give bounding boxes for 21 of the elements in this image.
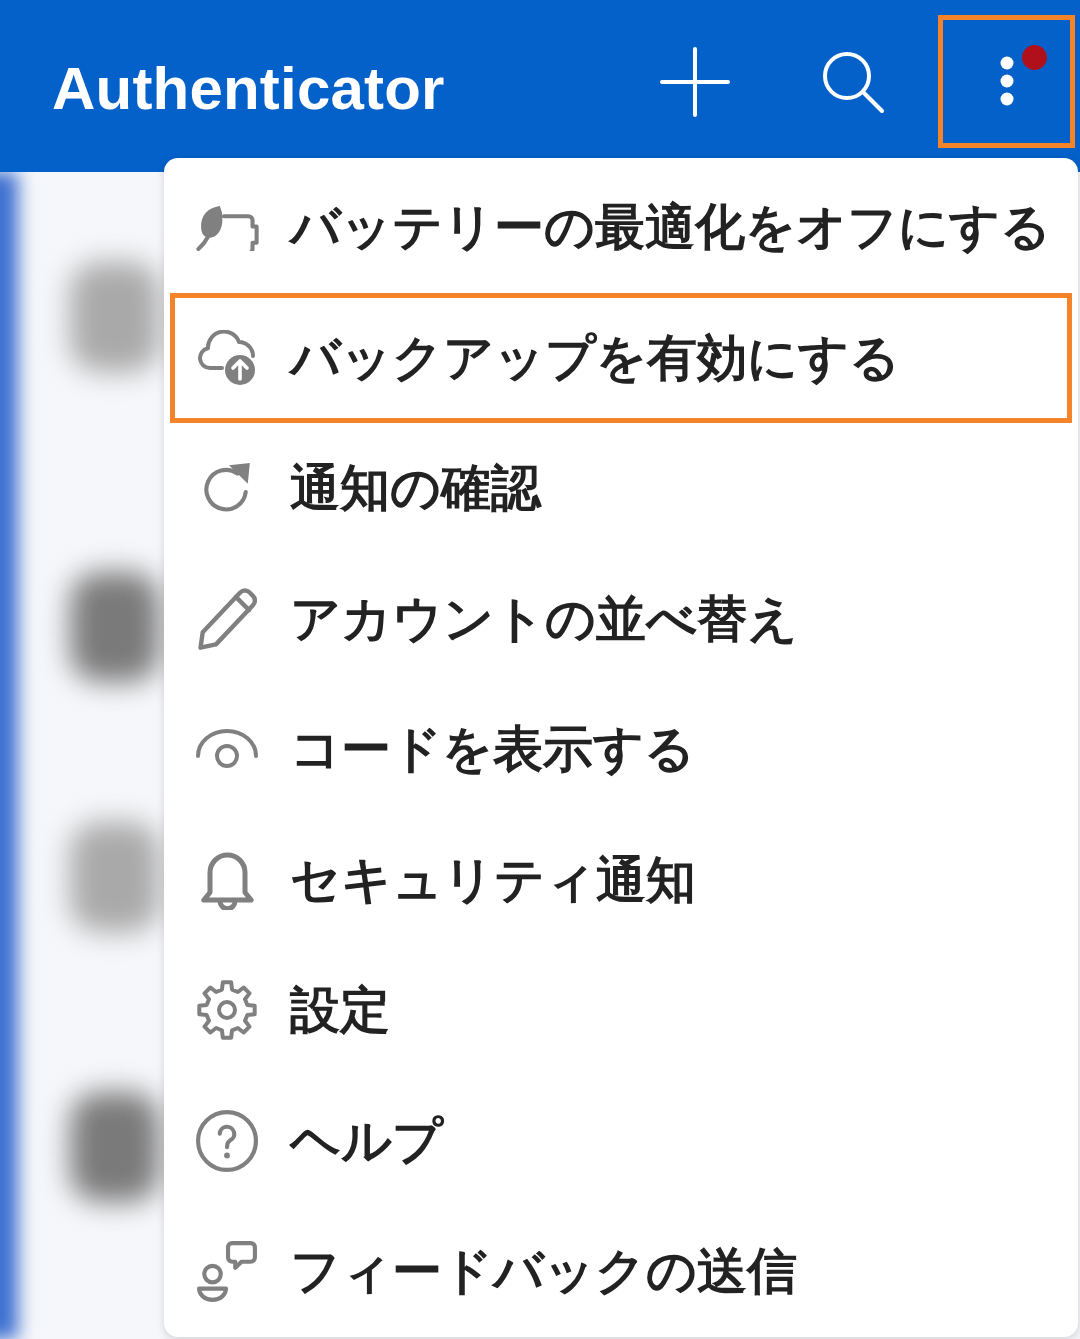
menu-item[interactable]: ヘルプ bbox=[170, 1075, 1072, 1206]
menu-item[interactable]: セキュリティ通知 bbox=[170, 814, 1072, 945]
more-options-icon bbox=[999, 55, 1014, 106]
menu-item[interactable]: 設定 bbox=[170, 945, 1072, 1076]
menu-item[interactable]: 通知の確認 bbox=[170, 423, 1072, 554]
app-title: Authenticator bbox=[52, 59, 445, 119]
more-options-button[interactable] bbox=[938, 15, 1075, 148]
eye-icon bbox=[195, 728, 259, 770]
cloud-upload-icon bbox=[196, 329, 258, 386]
menu-item[interactable]: バッテリーの最適化をオフにする bbox=[170, 162, 1072, 293]
battery-leaf-icon bbox=[195, 203, 259, 251]
menu-item[interactable]: フィードバックの送信 bbox=[170, 1206, 1072, 1337]
settings-icon bbox=[197, 980, 257, 1041]
plus-icon bbox=[660, 46, 730, 117]
help-icon bbox=[196, 1109, 258, 1172]
pencil-icon bbox=[197, 586, 257, 651]
person-feedback-icon bbox=[196, 1240, 258, 1303]
menu-item[interactable]: コードを表示する bbox=[170, 684, 1072, 815]
menu-item[interactable]: バックアップを有効にする bbox=[170, 292, 1072, 423]
search-icon bbox=[821, 49, 885, 114]
menu-item[interactable]: アカウントの並べ替え bbox=[170, 553, 1072, 684]
